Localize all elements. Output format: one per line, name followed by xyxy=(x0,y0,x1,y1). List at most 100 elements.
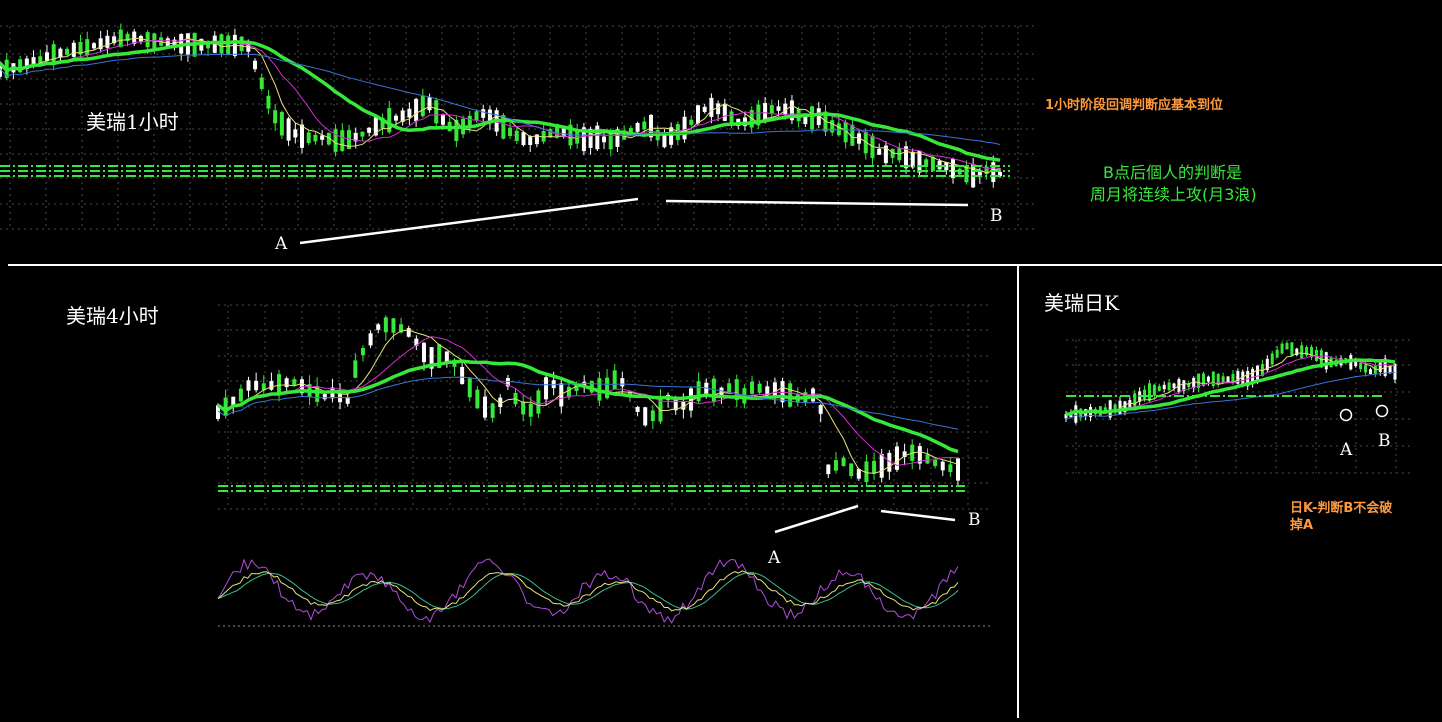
daily-candle-body xyxy=(1157,386,1161,391)
h4-candle-body xyxy=(811,388,816,402)
h1-ma-thick-line xyxy=(0,39,1001,162)
h1-candle-body xyxy=(541,131,546,142)
daily-circle-b xyxy=(1375,404,1389,418)
h1-candle-body xyxy=(85,39,90,56)
h1-candle-body xyxy=(474,111,479,121)
h4-title: 美瑞4小时 xyxy=(66,304,159,328)
h1-note: 1小时阶段回调判断应基本到位 xyxy=(1045,98,1224,113)
daily-candle-body xyxy=(1368,369,1372,375)
daily-candle-body xyxy=(1388,366,1392,373)
h4-candle-body xyxy=(818,405,823,414)
daily-candle-body xyxy=(1364,365,1368,373)
daily-marker-b: B xyxy=(1378,431,1391,451)
h4-candle-body xyxy=(475,389,480,409)
h4-candle-body xyxy=(223,397,228,416)
h4-candle-body xyxy=(605,377,610,399)
h1-candle-body xyxy=(776,106,781,111)
h1-candle-body xyxy=(642,121,647,130)
h1-candle-body xyxy=(689,119,694,125)
h4-candle-body xyxy=(933,459,938,467)
h1-candle-body xyxy=(91,43,96,49)
h1-candle-body xyxy=(877,148,882,155)
h1-candle-body xyxy=(514,130,519,141)
h1-candle-body xyxy=(595,125,600,150)
h1-candle-body xyxy=(702,106,707,112)
h4-candle-body xyxy=(421,342,426,363)
h1-candle-body xyxy=(118,29,123,48)
daily-title: 美瑞日K xyxy=(1044,291,1119,315)
h4-candle-body xyxy=(688,388,693,411)
h4-candle-body xyxy=(948,464,953,472)
h1-candle-body xyxy=(313,134,318,142)
daily-candle-body xyxy=(1074,405,1078,423)
h1-candle-body xyxy=(440,114,445,125)
daily-candle-body xyxy=(1378,362,1382,372)
h4-candle-body xyxy=(322,394,327,400)
daily-candle-body xyxy=(1324,352,1328,370)
h4-ma-yellow-line xyxy=(217,329,959,474)
h1-candle-body xyxy=(266,95,271,109)
h4-candle-body xyxy=(483,396,488,418)
h1-candle-body xyxy=(716,103,721,115)
h4-candle-body xyxy=(925,454,930,464)
h4-candle-body xyxy=(872,460,877,474)
h4-candle-body xyxy=(376,324,381,330)
h1-candle-body xyxy=(481,109,486,118)
daily-candle-body xyxy=(1354,361,1358,367)
h4-candle-body xyxy=(391,318,396,333)
daily-candle-body xyxy=(1290,342,1294,356)
h1-candle-body xyxy=(769,105,774,115)
h4-candle-body xyxy=(353,360,358,378)
h1-candle-body xyxy=(695,105,700,124)
h4-candle-body xyxy=(650,410,655,422)
daily-candle-body xyxy=(1285,342,1289,350)
h4-candle-body xyxy=(780,381,785,403)
h4-ma-thick-line xyxy=(216,359,959,454)
h1-candle-body xyxy=(669,127,674,145)
h1-candle-body xyxy=(602,136,607,143)
daily-candle-body xyxy=(1275,349,1279,358)
daily-candle-body xyxy=(1172,383,1176,389)
h1-candle-body xyxy=(528,136,533,146)
h4-candle-body xyxy=(269,381,274,390)
h4-candle-body xyxy=(940,461,945,471)
h4-candle-body xyxy=(772,382,777,397)
h1-candle-body xyxy=(434,100,439,124)
daily-candle-body xyxy=(1300,345,1304,359)
h1-candle-body xyxy=(306,132,311,144)
h1-candle-body xyxy=(414,98,419,122)
h1-candle-body xyxy=(212,35,217,53)
h1-candle-body xyxy=(273,110,278,124)
h1-candle-body xyxy=(763,103,768,120)
h4-candle-body xyxy=(521,401,526,415)
h4-candle-body xyxy=(757,383,762,393)
h4-candle-body xyxy=(368,333,373,346)
h4-candle-body xyxy=(544,377,549,400)
h4-candle-body xyxy=(826,464,831,475)
h1-candle-body xyxy=(293,129,298,138)
h1-marker-a: A xyxy=(275,234,288,254)
h1-title: 美瑞1小时 xyxy=(86,110,179,134)
h4-candle-body xyxy=(750,381,755,394)
h1-candle-body xyxy=(51,44,56,65)
h4-candle-body xyxy=(956,458,960,481)
h1-candle-body xyxy=(320,135,325,140)
daily-note-line2: 掉A xyxy=(1290,518,1314,533)
h4-candle-body xyxy=(841,457,846,467)
h4-candle-body xyxy=(360,348,365,356)
h4-candle-body xyxy=(727,383,732,393)
h4-candle-body xyxy=(277,374,282,394)
h1-candle-body xyxy=(420,95,425,117)
h4-candle-body xyxy=(528,403,533,417)
h4-candle-body xyxy=(879,454,884,478)
h4-candle-body xyxy=(612,370,617,390)
h4-trend-line-b xyxy=(880,509,956,522)
h1-candle-body xyxy=(360,131,365,137)
h4-trend-line-a xyxy=(774,504,859,534)
daily-marker-a: A xyxy=(1340,440,1353,460)
daily-candle-body xyxy=(1270,353,1274,365)
h1-candle-body xyxy=(427,97,432,111)
chart-canvas xyxy=(0,23,1442,718)
h4-oscillator-k-line xyxy=(217,570,959,612)
h4-candle-body xyxy=(284,378,289,388)
